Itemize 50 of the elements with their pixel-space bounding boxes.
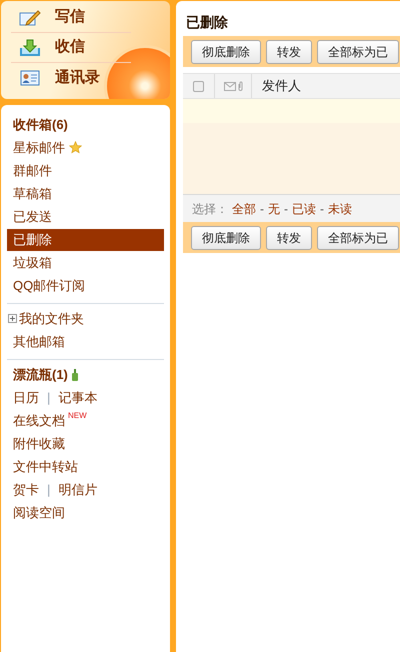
toolbar-button[interactable]: 全部标为已 bbox=[317, 226, 399, 250]
bottle-icon bbox=[72, 368, 78, 380]
contact-card-icon bbox=[20, 70, 40, 86]
folder-link[interactable]: 在线文档 bbox=[13, 410, 65, 432]
folder-link[interactable]: 日历 bbox=[13, 388, 39, 408]
selection-link[interactable]: 未读 bbox=[328, 200, 352, 218]
paperclip-icon bbox=[238, 81, 242, 91]
new-label: NEW bbox=[68, 411, 87, 420]
folder-link[interactable]: 其他邮箱 bbox=[13, 330, 65, 352]
toolbar-button[interactable]: 转发 bbox=[266, 226, 312, 250]
selection-link[interactable]: 全部 bbox=[232, 200, 256, 218]
inbox-link[interactable]: 收信 bbox=[11, 33, 131, 63]
separator-label: | bbox=[47, 388, 50, 407]
selection-link[interactable]: 无 bbox=[268, 200, 280, 218]
page-title: 已删除 bbox=[185, 13, 229, 32]
folder-link[interactable]: 记事本 bbox=[58, 388, 98, 408]
toolbar-button[interactable]: 彻底删除 bbox=[191, 40, 261, 64]
folder-link[interactable]: 已删除 bbox=[7, 228, 164, 250]
folder-link[interactable]: 垃圾箱 bbox=[13, 252, 52, 274]
separator-label: - bbox=[284, 200, 288, 218]
folder-link[interactable]: QQ邮件订阅 bbox=[13, 274, 86, 296]
folder-link[interactable]: 星标邮件 bbox=[13, 136, 65, 158]
folder-link[interactable]: 明信片 bbox=[58, 480, 98, 500]
separator-label: | bbox=[47, 480, 50, 499]
contacts-link[interactable]: 通讯录 bbox=[11, 63, 131, 93]
folder-link[interactable]: 收件箱(6) bbox=[13, 114, 68, 136]
folder-link[interactable]: 贺卡 bbox=[13, 480, 39, 500]
expand-icon[interactable] bbox=[8, 314, 17, 323]
folder-link[interactable]: 阅读空间 bbox=[13, 502, 65, 524]
folder-link[interactable]: 漂流瓶(1) bbox=[13, 364, 68, 386]
compose-link[interactable]: 写信 bbox=[11, 3, 131, 33]
separator-label: - bbox=[320, 200, 324, 218]
selection-label: 选择： bbox=[192, 200, 228, 218]
envelope-icon bbox=[224, 82, 236, 90]
folder-link[interactable]: 附件收藏 bbox=[13, 432, 65, 454]
toolbar-button[interactable]: 彻底删除 bbox=[191, 226, 261, 250]
folder-link[interactable]: 我的文件夹 bbox=[19, 308, 84, 330]
selection-link[interactable]: 已读 bbox=[292, 200, 316, 218]
column-header: 发件人 bbox=[261, 77, 301, 96]
toolbar-button[interactable]: 转发 bbox=[266, 40, 312, 64]
separator-label: - bbox=[260, 200, 264, 218]
pencil-note-icon bbox=[19, 8, 41, 26]
toolbar-button[interactable]: 全部标为已 bbox=[317, 40, 399, 64]
folder-link[interactable]: 文件中转站 bbox=[13, 456, 78, 478]
folder-link[interactable]: 已发送 bbox=[13, 206, 52, 228]
select-all-checkbox[interactable] bbox=[193, 80, 204, 92]
download-tray-icon bbox=[20, 38, 40, 56]
star-icon bbox=[69, 141, 82, 154]
folder-link[interactable]: 群邮件 bbox=[13, 160, 52, 182]
folder-link[interactable]: 草稿箱 bbox=[13, 182, 52, 204]
